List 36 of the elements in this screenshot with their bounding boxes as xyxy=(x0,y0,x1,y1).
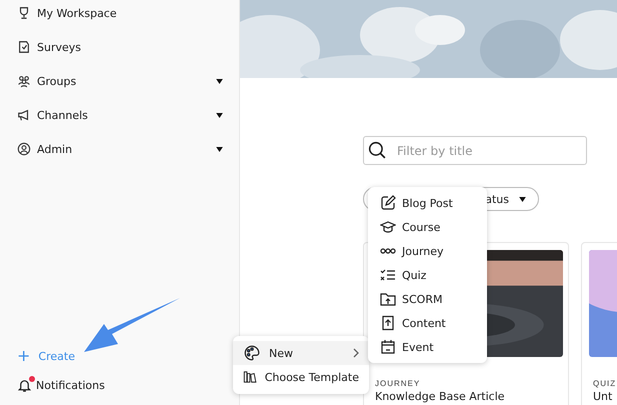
card-title: Unt xyxy=(593,390,612,403)
menu-item[interactable]: New xyxy=(233,341,369,365)
caret-icon xyxy=(519,196,526,202)
nav-item[interactable]: Surveys xyxy=(0,30,239,64)
calendar-icon xyxy=(380,339,396,355)
content-card[interactable]: QUIZ Unt xyxy=(581,242,617,405)
menu-item[interactable]: Choose Template xyxy=(233,365,369,389)
palette-icon xyxy=(243,344,261,362)
nav-item[interactable]: Groups xyxy=(0,64,239,98)
bell-icon xyxy=(17,378,32,393)
menu-item[interactable]: SCORM xyxy=(368,287,487,311)
graduation-cap-icon xyxy=(380,219,396,235)
nav-item[interactable]: Channels xyxy=(0,98,239,132)
user-icon xyxy=(17,142,31,156)
menu-item[interactable]: Quiz xyxy=(368,263,487,287)
nav-item[interactable]: Admin xyxy=(0,132,239,166)
card-title: Knowledge Base Article xyxy=(375,390,505,403)
card-type: QUIZ xyxy=(592,379,616,388)
menu-item[interactable]: Blog Post xyxy=(368,191,487,215)
search-field[interactable]: Filter by title xyxy=(363,136,587,165)
checklist-icon xyxy=(380,267,396,283)
folder-upload-icon xyxy=(380,291,396,307)
edit-icon xyxy=(380,195,396,211)
notifications-item[interactable]: Notifications xyxy=(17,378,105,393)
megaphone-icon xyxy=(17,108,31,122)
nav-item[interactable]: My Workspace xyxy=(0,0,239,30)
upload-icon xyxy=(380,315,396,331)
card-type: JOURNEY xyxy=(374,379,420,388)
search-icon xyxy=(368,141,386,159)
menu-item[interactable]: Course xyxy=(368,215,487,239)
people-icon xyxy=(17,74,31,88)
menu-item[interactable]: Content xyxy=(368,311,487,335)
trophy-icon xyxy=(17,6,31,20)
menu-item[interactable]: Event xyxy=(368,335,487,359)
survey-icon xyxy=(17,40,31,54)
menu-item[interactable]: Journey xyxy=(368,239,487,263)
